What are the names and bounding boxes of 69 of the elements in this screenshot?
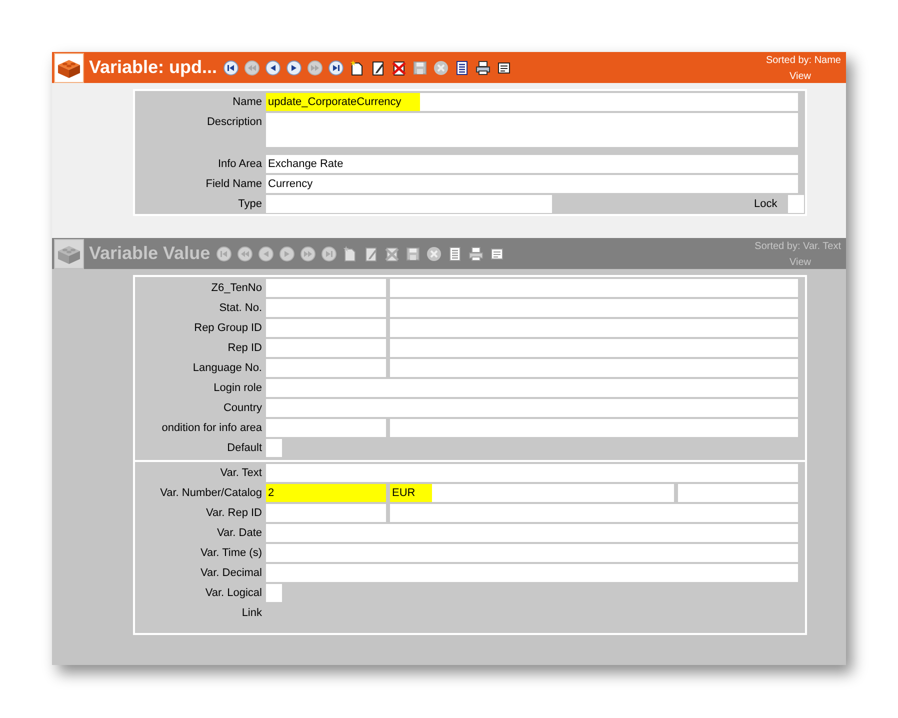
last-icon[interactable] xyxy=(328,60,344,76)
text-field[interactable] xyxy=(266,359,386,377)
field-label: Link xyxy=(240,606,262,621)
text-field[interactable] xyxy=(266,544,798,562)
checkbox[interactable] xyxy=(266,584,282,602)
field-label: Language No. xyxy=(192,361,262,376)
text-field[interactable]: EUR xyxy=(390,484,674,502)
view-link[interactable]: View xyxy=(790,70,811,84)
text-field[interactable] xyxy=(390,339,798,357)
field-label: Login role xyxy=(212,381,262,396)
sort-label: Sorted by: Var. Text xyxy=(754,240,841,254)
checkbox[interactable] xyxy=(788,195,804,213)
text-field[interactable]: Exchange Rate xyxy=(266,155,798,173)
field-label: Type xyxy=(237,197,262,212)
sort-label: Sorted by: Name xyxy=(766,54,841,68)
text-field[interactable] xyxy=(266,195,552,213)
field-label: Z6_TenNo xyxy=(210,281,262,296)
field-label: Var. Number/Catalog xyxy=(159,486,262,501)
field-label: Stat. No. xyxy=(218,301,262,316)
field-label: Var. Rep ID xyxy=(204,506,262,521)
new-document-icon[interactable] xyxy=(349,60,366,76)
text-field[interactable] xyxy=(390,319,798,337)
field-label: Info Area xyxy=(216,157,262,172)
edit-icon[interactable] xyxy=(370,60,386,76)
field-label: Field Name xyxy=(204,177,262,192)
record-title: Variable: upd... xyxy=(89,56,218,79)
text-field[interactable] xyxy=(266,339,386,357)
text-field[interactable] xyxy=(266,379,798,397)
text-field[interactable]: 2 xyxy=(266,484,386,502)
list-icon[interactable] xyxy=(454,60,470,76)
text-field[interactable] xyxy=(266,299,386,317)
text-field[interactable] xyxy=(266,399,798,417)
text-field[interactable] xyxy=(266,319,386,337)
record-title: Variable Value xyxy=(89,242,210,265)
text-field[interactable]: update_CorporateCurrency xyxy=(266,93,798,111)
text-field[interactable] xyxy=(390,299,798,317)
text-field[interactable] xyxy=(266,564,798,582)
field-label: ondition for info area xyxy=(160,421,262,436)
text-field[interactable]: Currency xyxy=(266,175,798,193)
field-label: Rep ID xyxy=(226,341,262,356)
previous-icon[interactable] xyxy=(265,60,282,76)
checkbox[interactable] xyxy=(266,439,282,457)
field-label: Rep Group ID xyxy=(193,321,262,336)
delete-icon[interactable] xyxy=(391,60,408,76)
document-icon[interactable] xyxy=(496,60,512,76)
text-field[interactable] xyxy=(390,419,798,437)
field-label: Var. Time (s) xyxy=(199,546,262,561)
field-label: Var. Text xyxy=(219,466,262,481)
field-label: Lock xyxy=(754,197,778,212)
field-label: Description xyxy=(206,115,262,130)
field-label: Var. Logical xyxy=(204,586,262,601)
field-label: Country xyxy=(222,401,262,416)
text-field[interactable] xyxy=(266,504,386,522)
text-field[interactable] xyxy=(266,419,386,437)
field-label: Var. Decimal xyxy=(199,566,262,581)
brick-icon xyxy=(54,52,84,82)
text-field[interactable] xyxy=(390,504,798,522)
next-icon[interactable] xyxy=(286,60,302,76)
text-field[interactable] xyxy=(266,279,386,297)
text-field[interactable] xyxy=(678,484,798,502)
field-label: Default xyxy=(226,441,262,456)
text-field[interactable] xyxy=(390,359,798,377)
text-field[interactable] xyxy=(266,524,798,542)
text-field[interactable] xyxy=(390,279,798,297)
printer-icon[interactable] xyxy=(475,60,492,76)
field-label: Var. Date xyxy=(216,526,262,541)
field-label: Name xyxy=(232,95,262,110)
first-icon[interactable] xyxy=(223,60,240,76)
text-field[interactable] xyxy=(266,464,798,482)
